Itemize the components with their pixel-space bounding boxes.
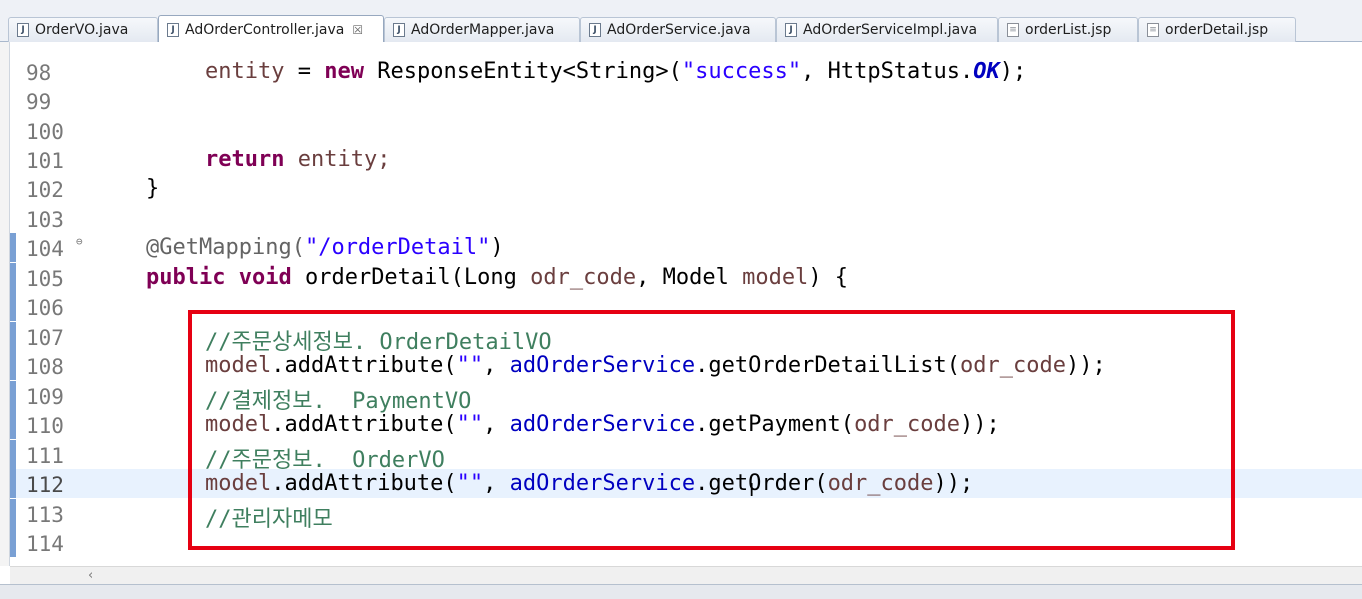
tab-label: AdOrderMapper.java [411,22,555,38]
code-line-99: 99 [10,86,1362,115]
scroll-left-arrow-icon[interactable]: ‹ [88,568,93,583]
change-marker [10,233,16,262]
tab-orderlist-jsp[interactable]: ≡ orderList.jsp [998,17,1138,42]
change-marker [10,410,16,439]
tab-adordercontroller-java[interactable]: J AdOrderController.java ☒ [158,15,384,43]
line-number: 98 [26,61,52,85]
tab-label: orderList.jsp [1025,22,1112,38]
line-number: 105 [26,267,64,291]
text-cursor-icon: I [749,480,755,501]
line-number: 100 [26,120,64,144]
code-text: @GetMapping("/orderDetail") [146,235,504,260]
jsp-file-icon: ≡ [1147,23,1159,37]
line-number: 107 [26,326,64,350]
code-line-101: 101 return entity; [10,145,1362,174]
java-file-icon: J [785,23,797,37]
change-marker [10,381,16,410]
line-number: 102 [26,178,64,202]
code-text: } [146,176,160,201]
change-marker [10,322,16,351]
editor-tab-bar: J OrderVO.java J AdOrderController.java … [0,0,1362,43]
bottom-panel-edge [0,584,1362,599]
horizontal-scrollbar[interactable]: ‹ [10,566,1362,585]
change-marker [10,440,16,469]
change-marker [10,528,16,557]
code-line-105: 105 public void orderDetail(Long odr_cod… [10,263,1362,292]
code-line-103: 103 [10,204,1362,233]
code-line-104: 104 ⊖ @GetMapping("/orderDetail") [10,233,1362,262]
change-marker [10,263,16,292]
close-tab-icon[interactable]: ☒ [352,23,363,37]
line-number: 108 [26,355,64,379]
java-file-icon: J [393,23,405,37]
line-number: 113 [26,503,64,527]
change-marker [10,499,16,528]
java-file-icon: J [167,22,179,37]
change-marker [10,469,16,498]
line-number: 114 [26,532,64,556]
change-marker [10,292,16,321]
tab-label: AdOrderService.java [607,22,751,38]
line-number: 101 [26,149,64,173]
tab-orderdetail-jsp[interactable]: ≡ orderDetail.jsp [1138,17,1296,42]
line-number: 112 [26,473,64,497]
java-interface-icon: J [589,23,601,37]
tab-adorderservice-java[interactable]: J AdOrderService.java [580,17,776,42]
tab-ordervo-java[interactable]: J OrderVO.java [8,17,158,42]
highlight-annotation-box [188,310,1235,550]
code-text: entity = new ResponseEntity<String>("suc… [205,59,1027,84]
tab-label: OrderVO.java [35,22,129,38]
java-file-icon: J [17,23,29,37]
jsp-file-icon: ≡ [1007,23,1019,37]
tab-label: AdOrderController.java [185,21,345,38]
line-number: 106 [26,296,64,320]
line-number: 110 [26,414,64,438]
code-line-102: 102 } [10,174,1362,203]
tab-adorderserviceimpl-java[interactable]: J AdOrderServiceImpl.java [776,17,998,42]
line-number: 111 [26,444,64,468]
change-marker [10,351,16,380]
line-number: 103 [26,208,64,232]
left-ruler [0,42,10,566]
fold-collapse-icon[interactable]: ⊖ [76,235,83,248]
code-text: public void orderDetail(Long odr_code, M… [146,265,849,290]
code-line-100: 100 [10,116,1362,145]
code-text: return entity; [205,147,391,172]
line-number: 99 [26,90,52,114]
code-line-98: 98 entity = new ResponseEntity<String>("… [10,57,1362,86]
tab-label: orderDetail.jsp [1165,22,1269,38]
tab-label: AdOrderServiceImpl.java [803,22,978,38]
line-number: 109 [26,385,64,409]
tab-adordermapper-java[interactable]: J AdOrderMapper.java [384,17,580,42]
